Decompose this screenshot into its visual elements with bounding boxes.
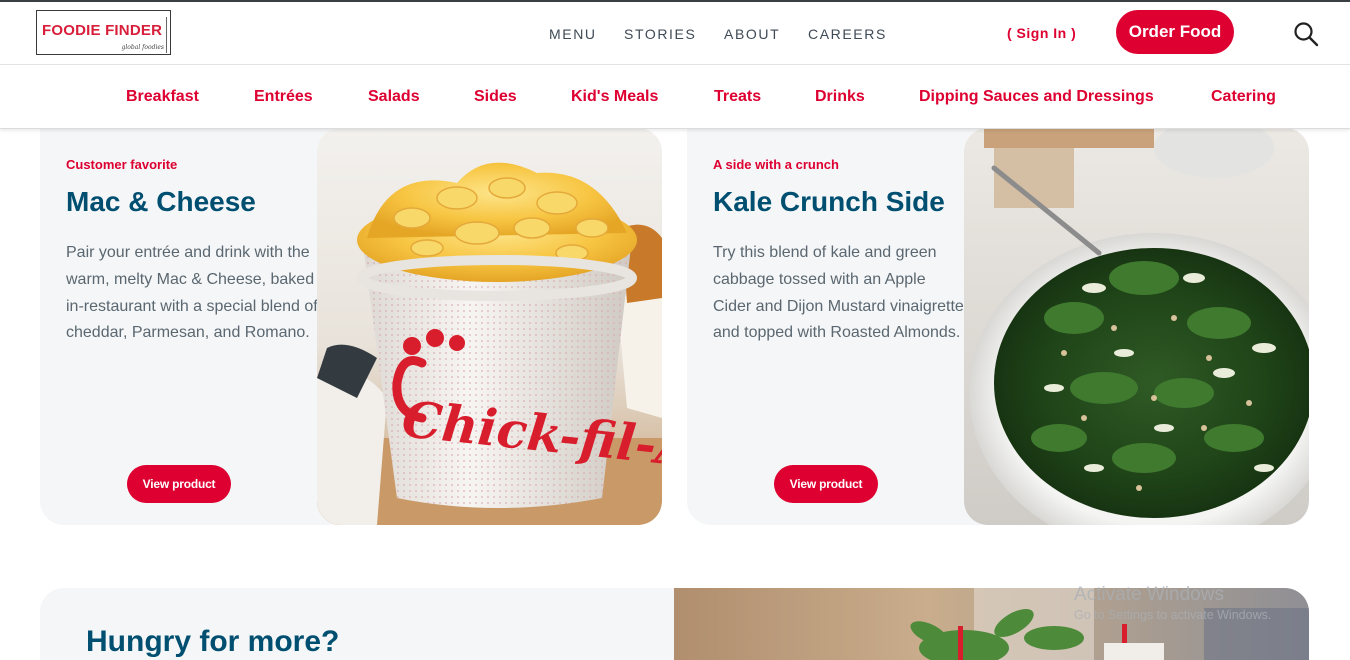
product-card-mac-cheese: Customer favorite Mac & Cheese Pair your… — [40, 128, 662, 525]
card-title: Mac & Cheese — [66, 186, 256, 217]
nav-about[interactable]: ABOUT — [724, 26, 780, 42]
logo-text: FOODIE FINDER — [42, 22, 163, 39]
site-logo[interactable]: FOODIE FINDER global foodies — [36, 10, 171, 55]
nav-stories[interactable]: STORIES — [624, 26, 696, 42]
card-description: Pair your entrée and drink with the warm… — [66, 244, 318, 342]
logo-tagline: global foodies — [121, 44, 164, 51]
category-nav: Breakfast Entrées Salads Sides Kid's Mea… — [0, 64, 1350, 129]
category-dipping-sauces[interactable]: Dipping Sauces and Dressings — [919, 88, 1154, 106]
mac-cheese-image[interactable]: Chick-fil-A — [317, 128, 662, 525]
category-treats[interactable]: Treats — [714, 88, 761, 106]
logo-divider — [166, 17, 167, 53]
category-salads[interactable]: Salads — [368, 88, 420, 106]
site-header: FOODIE FINDER global foodies MENU STORIE… — [0, 2, 1350, 64]
sign-in-link[interactable]: ( Sign In ) — [1007, 25, 1076, 41]
kale-crunch-image[interactable] — [964, 128, 1309, 525]
card-kicker: A side with a crunch — [713, 157, 839, 172]
nav-careers[interactable]: CAREERS — [808, 26, 887, 42]
watermark-title: Activate Windows — [1074, 584, 1224, 605]
category-entrees[interactable]: Entrées — [254, 88, 313, 106]
view-product-button[interactable]: View product — [774, 465, 878, 503]
category-drinks[interactable]: Drinks — [815, 88, 865, 106]
category-catering[interactable]: Catering — [1211, 88, 1276, 106]
kale-salad-photo — [964, 128, 1309, 525]
card-title: Kale Crunch Side — [713, 186, 945, 217]
card-description: Try this blend of kale and green cabbage… — [713, 244, 964, 342]
search-icon[interactable] — [1293, 21, 1319, 47]
product-card-kale-crunch: A side with a crunch Kale Crunch Side Tr… — [687, 128, 1309, 525]
banner-title: Hungry for more? — [86, 625, 340, 658]
card-kicker: Customer favorite — [66, 157, 178, 172]
category-kids-meals[interactable]: Kid's Meals — [571, 88, 658, 106]
nav-menu[interactable]: MENU — [549, 26, 597, 42]
category-breakfast[interactable]: Breakfast — [126, 88, 199, 106]
order-food-button[interactable]: Order Food — [1116, 10, 1234, 54]
watermark-subtitle: Go to Settings to activate Windows. — [1074, 608, 1272, 622]
view-product-button[interactable]: View product — [127, 465, 231, 503]
mac-cheese-photo: Chick-fil-A — [317, 128, 662, 525]
category-sides[interactable]: Sides — [474, 88, 517, 106]
activate-windows-watermark: Activate Windows Go to Settings to activ… — [1074, 584, 1271, 622]
